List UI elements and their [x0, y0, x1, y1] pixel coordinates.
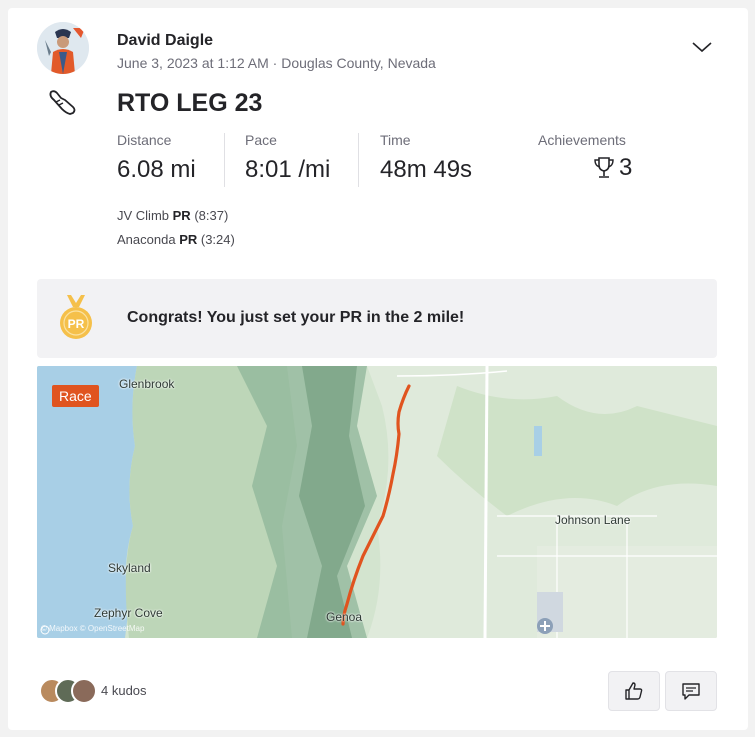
- achievements-value[interactable]: 3: [593, 154, 632, 182]
- stat-label: Time: [380, 132, 411, 148]
- activity-meta: June 3, 2023 at 1:12 AM · Douglas County…: [117, 55, 436, 71]
- segment-name: Anaconda: [117, 232, 176, 247]
- athlete-avatar[interactable]: [37, 22, 89, 74]
- athlete-name[interactable]: David Daigle: [117, 32, 213, 50]
- map-place-label: Genoa: [326, 610, 363, 624]
- segment-effort[interactable]: Anaconda PR (3:24): [117, 232, 235, 247]
- stat-pace: Pace 8:01 /mi: [245, 132, 330, 184]
- segment-name: JV Climb: [117, 208, 170, 223]
- stat-distance: Distance 6.08 mi: [117, 132, 196, 184]
- pr-banner: PR Congrats! You just set your PR in the…: [37, 279, 717, 358]
- pr-badge: PR: [172, 208, 191, 223]
- map-place-label: Skyland: [108, 561, 151, 575]
- segment-time: (3:24): [200, 232, 235, 247]
- pr-medal-icon: PR: [59, 295, 93, 341]
- segment-effort[interactable]: JV Climb PR (8:37): [117, 208, 228, 223]
- achievements-count: 3: [619, 154, 633, 181]
- thumbs-up-icon: [625, 682, 643, 700]
- map-place-label: Glenbrook: [119, 377, 175, 391]
- map-place-label: Johnson Lane: [555, 513, 631, 527]
- stat-divider: [358, 133, 359, 187]
- stat-label: Distance: [117, 132, 172, 148]
- stat-label: Pace: [245, 132, 277, 148]
- chevron-down-icon[interactable]: [691, 36, 713, 58]
- activity-title[interactable]: RTO LEG 23: [117, 89, 262, 118]
- stat-label: Achievements: [538, 132, 626, 148]
- segment-time: (8:37): [194, 208, 229, 223]
- medal-text: PR: [68, 317, 85, 331]
- activity-card: David Daigle June 3, 2023 at 1:12 AM · D…: [8, 8, 748, 730]
- activity-location: Douglas County, Nevada: [281, 55, 436, 71]
- avatar: [71, 678, 97, 704]
- pr-badge: PR: [179, 232, 198, 247]
- stat-value: 48m 49s: [380, 156, 473, 183]
- stat-divider: [224, 133, 225, 187]
- stat-value: 8:01 /mi: [245, 156, 331, 183]
- route-map[interactable]: Race Glenbrook Skyland Zephyr Cove Genoa…: [37, 366, 717, 638]
- trophy-icon: [594, 157, 614, 178]
- stat-time: Time 48m 49s: [380, 132, 472, 184]
- stat-achievements: Achievements: [538, 132, 626, 150]
- comment-icon: [682, 683, 700, 700]
- activity-date: June 3, 2023 at 1:12 AM: [117, 55, 269, 71]
- kudos-count[interactable]: 4 kudos: [101, 683, 147, 698]
- map-place-label: Zephyr Cove: [94, 606, 163, 620]
- comment-button[interactable]: [665, 671, 717, 711]
- banner-message: Congrats! You just set your PR in the 2 …: [127, 309, 465, 326]
- race-badge: Race: [52, 385, 99, 407]
- running-shoe-icon: [46, 86, 80, 120]
- map-attribution[interactable]: © Mapbox © OpenStreetMap: [41, 624, 144, 633]
- meta-separator: ·: [272, 55, 278, 71]
- stat-value: 6.08 mi: [117, 156, 196, 183]
- give-kudos-button[interactable]: [608, 671, 660, 711]
